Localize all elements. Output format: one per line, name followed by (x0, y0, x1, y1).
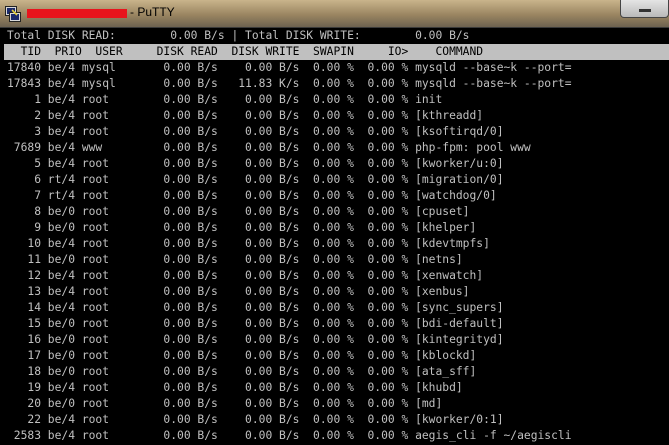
process-row: 19 be/4 root 0.00 B/s 0.00 B/s 0.00 % 0.… (7, 381, 463, 394)
process-row: 20 be/0 root 0.00 B/s 0.00 B/s 0.00 % 0.… (7, 397, 443, 410)
process-row: 2 be/4 root 0.00 B/s 0.00 B/s 0.00 % 0.0… (7, 109, 484, 122)
process-row: 1 be/4 root 0.00 B/s 0.00 B/s 0.00 % 0.0… (7, 93, 443, 106)
process-row: 17 be/0 root 0.00 B/s 0.00 B/s 0.00 % 0.… (7, 349, 477, 362)
process-row: 9 be/0 root 0.00 B/s 0.00 B/s 0.00 % 0.0… (7, 221, 477, 234)
process-row: 8 be/0 root 0.00 B/s 0.00 B/s 0.00 % 0.0… (7, 205, 470, 218)
terminal-area[interactable]: Total DISK READ: 0.00 B/s | Total DISK W… (4, 28, 669, 445)
process-row: 17840 be/4 mysql 0.00 B/s 0.00 B/s 0.00 … (7, 61, 572, 74)
process-row: 7689 be/4 www 0.00 B/s 0.00 B/s 0.00 % 0… (7, 141, 531, 154)
process-row: 18 be/0 root 0.00 B/s 0.00 B/s 0.00 % 0.… (7, 365, 477, 378)
process-row: 17843 be/4 mysql 0.00 B/s 11.83 K/s 0.00… (7, 77, 572, 90)
process-row: 13 be/4 root 0.00 B/s 0.00 B/s 0.00 % 0.… (7, 285, 470, 298)
process-row: 3 be/4 root 0.00 B/s 0.00 B/s 0.00 % 0.0… (7, 125, 504, 138)
process-row: 2583 be/4 root 0.00 B/s 0.00 B/s 0.00 % … (7, 429, 572, 442)
process-row: 16 be/0 root 0.00 B/s 0.00 B/s 0.00 % 0.… (7, 333, 504, 346)
redacted-hostname (27, 9, 127, 18)
process-row: 14 be/4 root 0.00 B/s 0.00 B/s 0.00 % 0.… (7, 301, 504, 314)
column-header-text: TID PRIO USER DISK READ DISK WRITE SWAPI… (7, 45, 484, 58)
process-row: 6 rt/4 root 0.00 B/s 0.00 B/s 0.00 % 0.0… (7, 173, 504, 186)
minimize-button[interactable] (620, 0, 669, 18)
column-header-bar: TID PRIO USER DISK READ DISK WRITE SWAPI… (4, 44, 669, 60)
disk-summary-line: Total DISK READ: 0.00 B/s | Total DISK W… (7, 29, 470, 42)
process-row: 11 be/0 root 0.00 B/s 0.00 B/s 0.00 % 0.… (7, 253, 463, 266)
window-title: - PuTTY (130, 5, 175, 19)
process-row: 22 be/4 root 0.00 B/s 0.00 B/s 0.00 % 0.… (7, 413, 504, 426)
process-row: 7 rt/4 root 0.00 B/s 0.00 B/s 0.00 % 0.0… (7, 189, 497, 202)
process-row: 15 be/0 root 0.00 B/s 0.00 B/s 0.00 % 0.… (7, 317, 504, 330)
process-row: 12 be/4 root 0.00 B/s 0.00 B/s 0.00 % 0.… (7, 269, 484, 282)
title-bar[interactable]: - PuTTY (0, 0, 669, 28)
putty-icon[interactable] (5, 6, 21, 22)
process-row: 5 be/4 root 0.00 B/s 0.00 B/s 0.00 % 0.0… (7, 157, 504, 170)
process-row: 10 be/4 root 0.00 B/s 0.00 B/s 0.00 % 0.… (7, 237, 490, 250)
